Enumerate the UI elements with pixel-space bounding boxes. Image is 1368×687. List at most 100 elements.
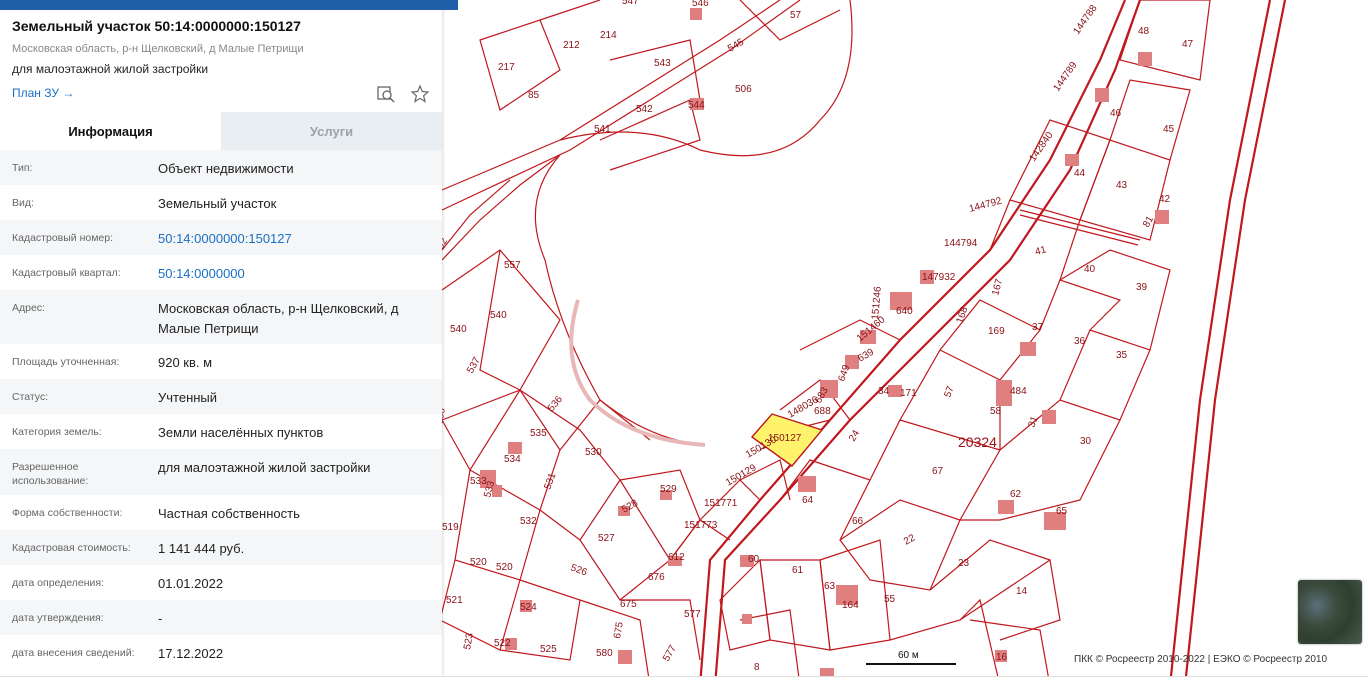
parcel-number: 34 [878,386,890,397]
attribute-row: Кадастровый квартал: 50:14:0000000 [0,255,442,290]
parcel-number: 217 [498,62,515,73]
parcel-number: 171 [900,388,917,399]
parcel-number: 57 [790,10,802,21]
parcel-number: 519 [442,522,459,533]
parcel-number: 62 [1010,489,1022,500]
attribute-value: Объект недвижимости [158,161,294,176]
info-panel: Земельный участок 50:14:0000000:150127 М… [0,0,442,676]
attribute-row: Тип: Объект недвижимости [0,150,442,185]
attribute-label: Тип: [12,162,33,174]
parcel-number: 543 [654,58,671,69]
parcel-number: 36 [1074,336,1086,347]
attribute-label: дата утверждения: [12,612,104,624]
parcel-number: 47 [1182,39,1194,50]
attribute-row: Вид: Земельный участок [0,185,442,220]
parcel-number: 522 [494,638,511,649]
parcel-number: 8 [754,662,760,673]
attribute-value: Московская область, р-н Щелковский, д Ма… [158,301,399,336]
parcel-number: 67 [932,466,944,477]
attribute-row: Разрешенное использование: для малоэтажно… [0,449,442,495]
attribute-value: 01.01.2022 [158,576,224,591]
parcel-number: 540 [450,324,467,335]
attribute-value: Земельный участок [158,196,277,211]
attribute-row: Категория земель: Земли населённых пункто… [0,414,442,449]
parcel-number: 16 [996,652,1008,663]
parcel-number: 39 [1136,282,1148,293]
attribute-row: дата утверждения: - [0,600,442,635]
attribute-label: дата определения: [12,577,105,589]
attribute-value: 17.12.2022 [158,646,224,661]
attribute-value-link[interactable]: 50:14:0000000 [158,264,433,284]
parcel-number: 40 [1084,264,1096,275]
parcel-number: 535 [530,428,547,439]
parcel-number: 64 [802,495,814,506]
attribute-label: Кадастровая стоимость: [12,542,131,554]
attribute-value: Частная собственность [158,506,300,521]
top-accent-bar [0,0,458,10]
tab-services[interactable]: Услуги [221,112,442,150]
parcel-number: 675 [620,599,637,610]
parcel-number: 30 [1080,436,1092,447]
parcel-number: 14 [1016,586,1028,597]
parcel-usage: для малоэтажной жилой застройки [12,62,209,76]
attribute-label: Кадастровый квартал: [12,267,121,279]
parcel-title: Земельный участок 50:14:0000000:150127 [12,18,301,34]
satellite-layer-thumbnail[interactable] [1298,580,1362,644]
attribute-value: Земли населённых пунктов [158,425,324,440]
parcel-number: 164 [842,600,859,611]
parcel-number: 580 [596,648,613,659]
parcel-number: 60 [748,554,760,565]
parcel-number: 527 [598,533,615,544]
attribute-label: Разрешенное использование: [12,461,89,487]
attribute-value: Учтенный [158,390,218,405]
parcel-number: 214 [600,30,617,41]
attribute-value: для малоэтажной жилой застройки [158,460,371,475]
attribute-value: 1 141 444 руб. [158,541,245,556]
parcel-number: 151771 [704,498,738,509]
parcel-number: 541 [594,124,611,135]
parcel-number: 63 [824,581,836,592]
attribute-label: Категория земель: [12,426,102,438]
search-map-icon[interactable] [376,84,396,104]
tab-information[interactable]: Информация [0,112,221,150]
attribute-row: Форма собственности: Частная собственност… [0,495,442,530]
attribute-label: Вид: [12,197,34,209]
attribute-value: - [158,611,163,626]
parcel-number: 577 [684,609,701,620]
attribute-row: Статус: Учтенный [0,379,442,414]
parcel-number: 557 [504,260,521,271]
parcel-number: 534 [504,454,521,465]
attribute-label: Статус: [12,391,49,403]
parcel-number: 521 [446,595,463,606]
parcel-number: 48 [1138,26,1150,37]
parcel-number: 529 [660,484,677,495]
attribute-row: Адрес: Московская область, р-н Щелковский… [0,290,442,344]
attribute-value: 920 кв. м [158,355,213,370]
scale-label: 60 м [898,650,919,661]
attribute-row: дата определения: 01.01.2022 [0,565,442,600]
star-icon[interactable] [410,84,430,104]
parcel-number: 55 [884,594,896,605]
parcel-number: 520 [496,562,513,573]
parcel-number: 484 [1010,386,1027,397]
attribute-row: Площадь уточненная: 920 кв. м [0,344,442,379]
attribute-value-link[interactable]: 50:14:0000000:150127 [158,229,433,249]
attribute-label: дата внесения сведений: [12,647,135,659]
attribute-label: Кадастровый номер: [12,232,114,244]
parcel-number: 530 [585,447,602,458]
parcel-number: 42 [1159,194,1171,205]
parcel-number: 540 [490,310,507,321]
plan-link[interactable]: План ЗУ → [12,86,74,100]
parcel-number: 212 [563,40,580,51]
parcel-number: 46 [1110,108,1122,119]
parcel-number: 66 [852,516,864,527]
parcel-number: 520 [470,557,487,568]
parcel-number: 151773 [684,520,718,531]
parcel-number: 612 [668,552,685,563]
copyright: ПКК © Росреестр 2010-2022 | ЕЭКО © Росре… [1074,654,1328,665]
parcel-number: 544 [688,100,705,111]
parcel-number: 524 [520,602,537,613]
bottom-strip [0,676,1368,687]
parcel-number: 547 [622,0,639,7]
attribute-table: Тип: Объект недвижимости Вид: Земельный уча… [0,150,442,670]
